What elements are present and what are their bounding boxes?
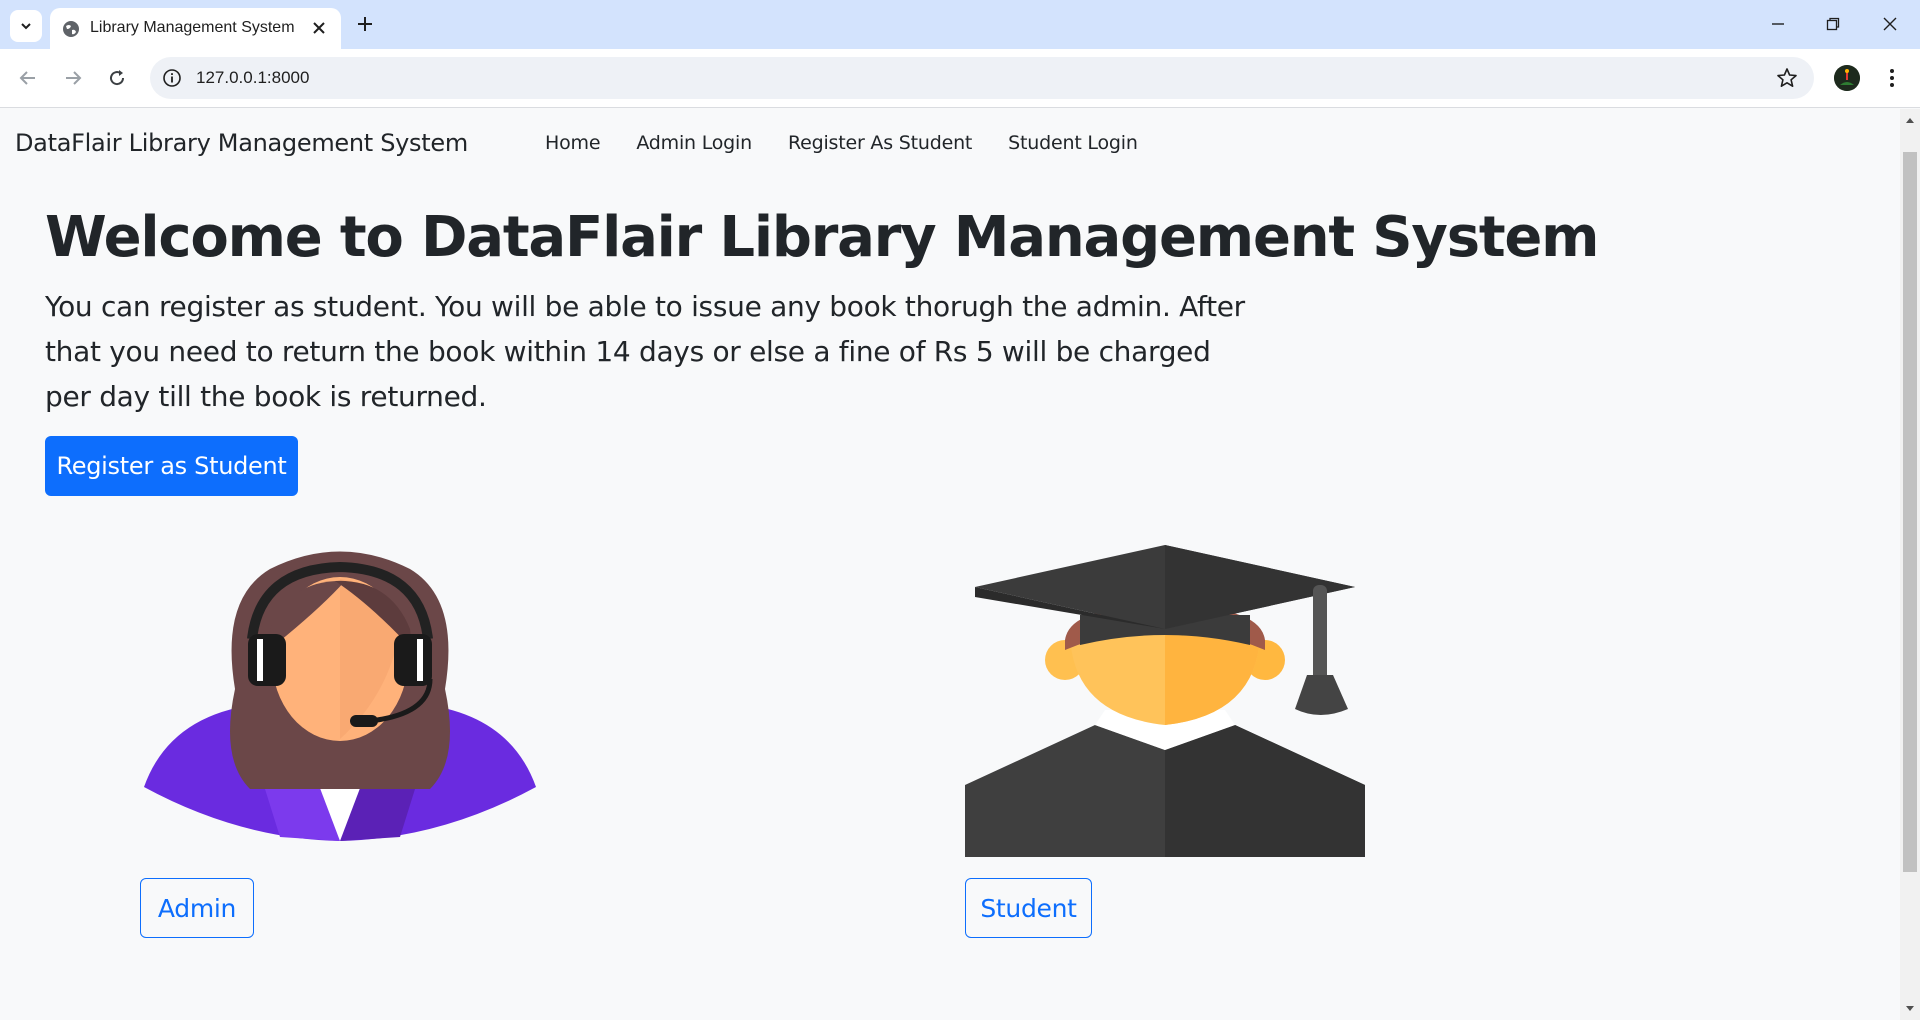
new-tab-button[interactable] [353,12,377,36]
triangle-up-icon [1906,118,1914,123]
student-illustration [965,545,1365,857]
nav-link-student-login[interactable]: Student Login [990,132,1156,154]
nav-link-home[interactable]: Home [527,132,618,154]
nav-link-register-student[interactable]: Register As Student [770,132,990,154]
profile-avatar[interactable] [1834,65,1860,91]
reload-icon [110,70,125,86]
admin-illustration [144,551,536,841]
register-student-button[interactable]: Register as Student [45,436,298,496]
arrow-right-icon [66,71,82,85]
page-viewport: DataFlair Library Management System Home… [0,109,1900,1020]
tab-close-button[interactable] [309,18,329,38]
site-info-icon[interactable] [162,68,182,88]
chevron-down-icon [21,23,31,30]
globe-icon [63,21,79,37]
scrollbar-thumb[interactable] [1903,152,1917,872]
student-button[interactable]: Student [965,878,1092,938]
browser-menu-button[interactable] [1880,65,1904,91]
arrow-left-icon [19,71,35,85]
page-title: Welcome to DataFlair Library Management … [45,205,1600,270]
scroll-down-arrow[interactable] [1900,1000,1920,1018]
tab-search-button[interactable] [10,10,42,42]
browser-tab-bar: Library Management System [0,0,1920,49]
close-icon [1883,17,1897,31]
nav-link-admin-login[interactable]: Admin Login [618,132,770,154]
bookmark-star-icon[interactable] [1776,67,1798,89]
restore-button[interactable] [1813,10,1853,38]
forward-button[interactable] [56,61,90,95]
browser-toolbar: 127.0.0.1:8000 [0,49,1920,108]
triangle-down-icon [1906,1006,1914,1011]
navbar-brand[interactable]: DataFlair Library Management System [15,129,468,157]
admin-button[interactable]: Admin [140,878,254,938]
navbar-links: Home Admin Login Register As Student Stu… [527,132,1156,154]
back-button[interactable] [11,61,45,95]
browser-tab-active[interactable]: Library Management System [50,8,341,49]
profile-avatar-icon [1834,65,1860,91]
scroll-up-arrow[interactable] [1900,111,1920,129]
minimize-icon [1772,23,1784,25]
hero-description: You can register as student. You will be… [45,290,1245,413]
plus-icon [358,17,372,31]
reload-button[interactable] [100,61,134,95]
restore-icon [1826,17,1840,31]
close-window-button[interactable] [1870,10,1910,38]
minimize-button[interactable] [1758,10,1798,38]
close-icon [313,22,325,34]
more-vertical-icon [1890,69,1894,87]
tab-title: Library Management System [90,19,295,36]
url-text[interactable]: 127.0.0.1:8000 [196,68,309,88]
address-bar[interactable]: 127.0.0.1:8000 [150,57,1814,99]
